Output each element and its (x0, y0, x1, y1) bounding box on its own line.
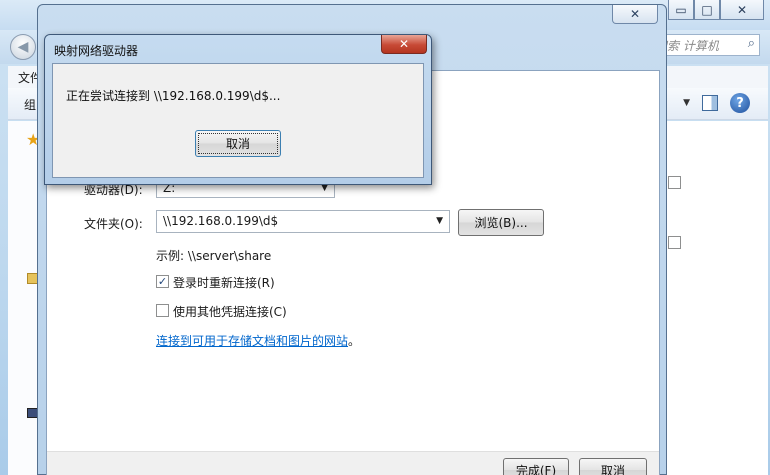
organize-button[interactable]: 组 (24, 96, 36, 113)
reconnect-checkbox[interactable]: ✓ (156, 275, 169, 288)
maximize-button[interactable]: □ (694, 0, 720, 20)
storage-website-link[interactable]: 连接到可用于存储文档和图片的网站 (156, 332, 348, 349)
dialog-title: 映射网络驱动器 (54, 44, 139, 58)
toolbar-right-group: ▼ ? (683, 93, 750, 113)
search-icon[interactable]: ⌕ (748, 36, 755, 51)
folder-value: \\192.168.0.199\d$ (163, 214, 279, 228)
link-period: 。 (348, 334, 361, 348)
item-checkbox[interactable] (668, 176, 681, 189)
item-checkbox[interactable] (668, 236, 681, 249)
close-icon: ✕ (736, 2, 748, 17)
dialog-message: 正在尝试连接到 \\192.168.0.199\d$... (66, 89, 281, 103)
chevron-down-icon: ▼ (436, 216, 443, 226)
example-text: 示例: \\server\share (156, 249, 272, 263)
folder-label: 文件夹(O): (84, 217, 143, 231)
minimize-icon: ▭ (675, 2, 687, 17)
navigation-pane (8, 121, 38, 475)
browse-button[interactable]: 浏览(B)... (458, 209, 544, 236)
wizard-cancel-button[interactable]: 取消 (579, 458, 647, 475)
dialog-cancel-button[interactable]: 取消 (195, 130, 281, 157)
close-button[interactable]: ✕ (720, 0, 764, 20)
other-credentials-label[interactable]: 使用其他凭据连接(C) (173, 303, 287, 320)
dialog-close-button[interactable]: ✕ (381, 35, 427, 54)
minimize-button[interactable]: ▭ (668, 0, 694, 20)
back-arrow-icon: ◀ (17, 39, 29, 55)
dialog-body: 正在尝试连接到 \\192.168.0.199\d$... 取消 (52, 63, 424, 178)
other-credentials-checkbox[interactable] (156, 304, 169, 317)
folder-combobox[interactable]: \\192.168.0.199\d$ ▼ (156, 210, 450, 233)
help-icon[interactable]: ? (730, 93, 750, 113)
close-icon: ✕ (398, 37, 410, 51)
wizard-footer: 完成(F) 取消 (47, 451, 659, 475)
view-options-dropdown-icon[interactable]: ▼ (683, 98, 690, 108)
reconnect-label[interactable]: 登录时重新连接(R) (173, 274, 275, 291)
back-button[interactable]: ◀ (10, 34, 36, 60)
preview-pane-icon[interactable] (702, 95, 718, 111)
wizard-close-button[interactable]: ✕ (612, 5, 658, 24)
maximize-icon: □ (701, 2, 713, 17)
finish-button[interactable]: 完成(F) (503, 458, 569, 475)
explorer-window-controls: ▭ □ ✕ (668, 0, 764, 20)
close-icon: ✕ (629, 7, 641, 21)
connecting-dialog: 映射网络驱动器 ✕ 正在尝试连接到 \\192.168.0.199\d$... … (44, 34, 432, 185)
